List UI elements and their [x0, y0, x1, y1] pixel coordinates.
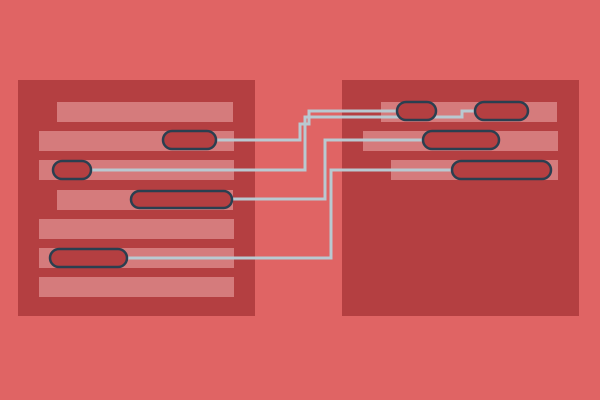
- diagram-canvas: [0, 0, 600, 400]
- connection-diagram: [0, 0, 600, 400]
- left-row-4-pill[interactable]: [129, 189, 234, 210]
- left-row-5: [39, 219, 234, 239]
- right-row-3-pill[interactable]: [450, 159, 553, 181]
- left-row-6-pill[interactable]: [48, 247, 129, 269]
- left-row-2-pill[interactable]: [161, 129, 218, 151]
- left-row-1: [57, 102, 233, 122]
- left-row-7: [39, 277, 234, 297]
- right-row-2-pill[interactable]: [421, 129, 501, 151]
- right-row-1-pill-a[interactable]: [395, 100, 438, 122]
- left-row-3-pill[interactable]: [51, 159, 93, 181]
- right-row-1-pill-b[interactable]: [473, 100, 530, 122]
